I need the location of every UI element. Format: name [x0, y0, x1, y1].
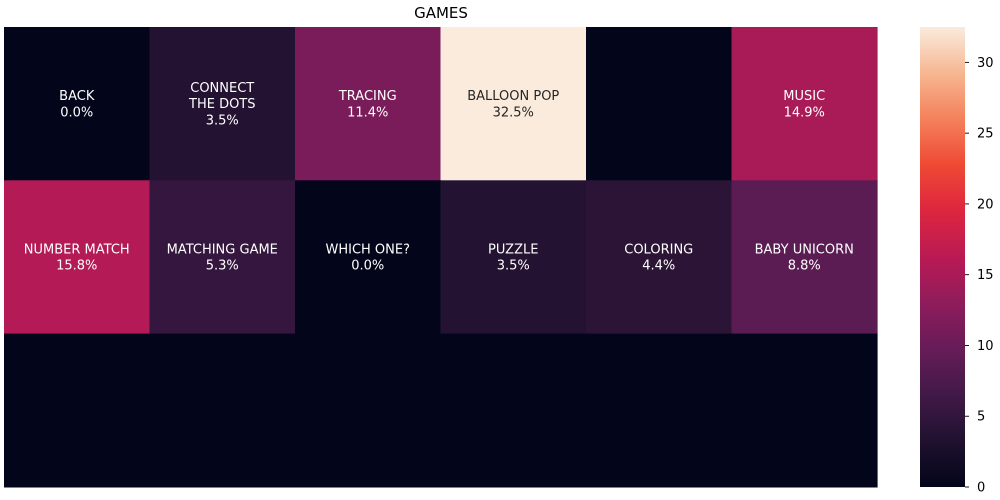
heatmap-cell	[149, 333, 296, 488]
cell-value-label: 4.4%	[642, 259, 675, 274]
cell-label: THE DOTS	[188, 97, 256, 112]
heatmap-cell	[586, 27, 733, 181]
cell-label: MUSIC	[783, 89, 825, 104]
heatmap-cell	[731, 333, 878, 488]
cell-label: NUMBER MATCH	[24, 242, 130, 257]
cell-label: MATCHING GAME	[167, 242, 278, 257]
colorbar-tick-label: 25	[977, 127, 994, 142]
cell-label: PUZZLE	[488, 242, 538, 257]
colorbar-tick-label: 10	[977, 339, 994, 354]
cell-label: BALLOON POP	[467, 89, 559, 104]
heatmap-cell	[4, 333, 151, 488]
cell-label: WHICH ONE?	[325, 242, 410, 257]
heatmap-chart: GAMES BACK0.0%CONNECTTHE DOTS3.5%TRACING…	[4, 4, 994, 496]
cell-value-label: 3.5%	[497, 259, 530, 274]
cell-value-label: 0.0%	[60, 105, 93, 120]
heatmap-cell	[440, 333, 587, 488]
colorbar-tick-label: 0	[977, 481, 985, 496]
cell-value-label: 11.4%	[347, 105, 388, 120]
heatmap-cells	[4, 27, 878, 488]
cell-value-label: 8.8%	[788, 259, 821, 274]
cell-value-label: 3.5%	[206, 113, 239, 128]
colorbar-tick-label: 30	[977, 56, 994, 71]
cell-value-label: 15.8%	[56, 259, 97, 274]
cell-value-label: 14.9%	[784, 105, 825, 120]
cell-label: BACK	[59, 89, 95, 104]
colorbar: 0 5 10 15 20 25 30	[920, 27, 994, 496]
colorbar-tick-label: 5	[977, 410, 985, 425]
cell-label: TRACING	[338, 89, 397, 104]
cell-value-label: 5.3%	[206, 259, 239, 274]
colorbar-gradient	[920, 27, 965, 487]
heatmap-cell	[295, 333, 442, 488]
heatmap-cell	[586, 333, 733, 488]
cell-label: BABY UNICORN	[755, 242, 854, 257]
cell-value-label: 32.5%	[493, 105, 534, 120]
colorbar-tick-label: 15	[977, 268, 994, 283]
colorbar-tick-label: 20	[977, 197, 994, 212]
cell-label: CONNECT	[190, 81, 254, 96]
chart-title: GAMES	[414, 4, 468, 22]
cell-value-label: 0.0%	[351, 259, 384, 274]
cell-label: COLORING	[624, 242, 693, 257]
